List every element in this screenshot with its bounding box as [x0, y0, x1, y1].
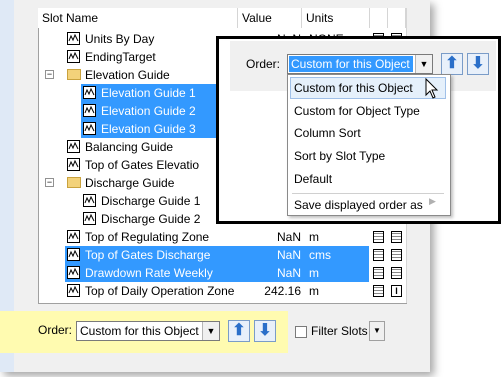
row-value: NaN	[276, 266, 301, 280]
arrow-up-icon: ⬆	[445, 55, 459, 72]
arrow-down-icon: ⬇	[258, 322, 272, 339]
order-select[interactable]: Custom for this Object ▼	[76, 321, 220, 341]
menu-item-custom-type[interactable]: Custom for Object Type	[294, 100, 420, 122]
folder-icon	[67, 69, 81, 80]
callout-order-label: Order:	[246, 57, 281, 71]
row-slot-name: Discharge Guide 1	[101, 194, 201, 208]
menu-item-custom-object[interactable]: Custom for this Object	[294, 77, 413, 99]
column-header: Slot Name Value Units	[38, 8, 406, 29]
row-units: cms	[309, 248, 331, 262]
table-row[interactable]: Drawdown Rate Weekly NaN m	[39, 264, 407, 282]
slot-series-icon	[67, 230, 80, 243]
row-slot-name: Discharge Guide	[85, 176, 175, 190]
row-slot-name: Elevation Guide 2	[101, 104, 196, 118]
slot-series-icon	[67, 266, 80, 279]
expression-icon[interactable]	[373, 285, 384, 297]
menu-item-column-sort[interactable]: Column Sort	[294, 122, 361, 144]
chevron-down-icon: ▼	[373, 326, 381, 335]
chevron-down-icon[interactable]: ▼	[415, 55, 432, 73]
row-slot-name: Elevation Guide 1	[101, 86, 196, 100]
expression-icon[interactable]	[373, 267, 384, 279]
slot-series-icon	[83, 104, 96, 117]
row-units: m	[309, 230, 319, 244]
column-slot-name[interactable]: Slot Name	[38, 8, 238, 28]
filter-slots-label: Filter Slots	[311, 324, 368, 338]
callout-order-select[interactable]: Custom for this Object ▼	[287, 54, 433, 74]
order-select-value: Custom for this Object	[80, 324, 199, 338]
row-slot-name: Elevation Guide 3	[101, 122, 196, 136]
column-extra-2[interactable]	[388, 8, 406, 28]
filter-dropdown-button[interactable]: ▼	[369, 321, 385, 341]
input-flag-icon[interactable]	[391, 249, 402, 261]
slot-series-icon	[67, 50, 80, 63]
arrow-up-icon: ⬆	[232, 322, 246, 339]
row-value: 242.16	[264, 284, 301, 298]
row-slot-name: Elevation Guide	[85, 68, 170, 82]
menu-item-default[interactable]: Default	[294, 168, 332, 190]
table-row[interactable]: Top of Gates Discharge NaN cms	[39, 246, 407, 264]
slot-series-icon	[67, 158, 80, 171]
chevron-down-icon[interactable]: ▼	[202, 322, 219, 340]
arrow-down-icon: ⬇	[471, 55, 485, 72]
row-value: NaN	[276, 230, 301, 244]
row-slot-name: Balancing Guide	[85, 140, 174, 154]
slot-series-icon	[83, 122, 96, 135]
row-slot-name: Discharge Guide 2	[101, 212, 201, 226]
table-row[interactable]: Top of Regulating Zone NaN m	[39, 228, 407, 246]
slot-series-icon	[83, 194, 96, 207]
input-flag-icon[interactable]	[391, 231, 402, 243]
mouse-cursor-icon	[425, 77, 439, 99]
slot-series-icon	[67, 140, 80, 153]
order-label: Order:	[38, 323, 73, 337]
column-units[interactable]: Units	[302, 8, 370, 28]
row-slot-name: Units By Day	[85, 32, 155, 46]
input-flag-icon[interactable]	[391, 267, 402, 279]
menu-item-save-order[interactable]: Save displayed order as	[294, 194, 423, 216]
row-slot-name: Top of Regulating Zone	[85, 230, 210, 244]
slot-series-icon	[67, 32, 80, 45]
row-slot-name: EndingTarget	[85, 50, 156, 64]
expression-icon[interactable]	[373, 249, 384, 261]
slot-series-icon	[83, 86, 96, 99]
expression-icon[interactable]	[373, 231, 384, 243]
row-slot-name: Top of Daily Operation Zone	[85, 284, 235, 298]
callout-move-up-button[interactable]: ⬆	[441, 53, 463, 75]
folder-icon	[67, 177, 81, 188]
row-slot-name: Top of Gates Elevatio	[85, 158, 200, 172]
column-extra-1[interactable]	[370, 8, 388, 28]
submenu-arrow-icon: ▶	[429, 196, 436, 206]
callout-order-value: Custom for this Object	[289, 56, 413, 72]
input-flag-icon[interactable]: I	[391, 285, 402, 297]
row-value: NaN	[276, 248, 301, 262]
slot-series-icon	[83, 212, 96, 225]
slot-series-icon	[67, 248, 80, 261]
callout-move-down-button[interactable]: ⬇	[467, 53, 489, 75]
row-units: m	[309, 284, 319, 298]
row-slot-name: Drawdown Rate Weekly	[85, 266, 213, 280]
menu-item-sort-by-type[interactable]: Sort by Slot Type	[294, 145, 385, 167]
collapse-toggle-icon[interactable]: −	[45, 178, 54, 187]
column-value[interactable]: Value	[238, 8, 302, 28]
slot-series-icon	[67, 284, 80, 297]
filter-slots-checkbox[interactable]	[295, 326, 307, 338]
move-up-button[interactable]: ⬆	[228, 320, 250, 342]
move-down-button[interactable]: ⬇	[254, 320, 276, 342]
table-row[interactable]: Top of Daily Operation Zone 242.16 m I	[39, 282, 407, 300]
row-slot-name: Top of Gates Discharge	[85, 248, 211, 262]
row-units: m	[309, 266, 319, 280]
collapse-toggle-icon[interactable]: −	[45, 70, 54, 79]
